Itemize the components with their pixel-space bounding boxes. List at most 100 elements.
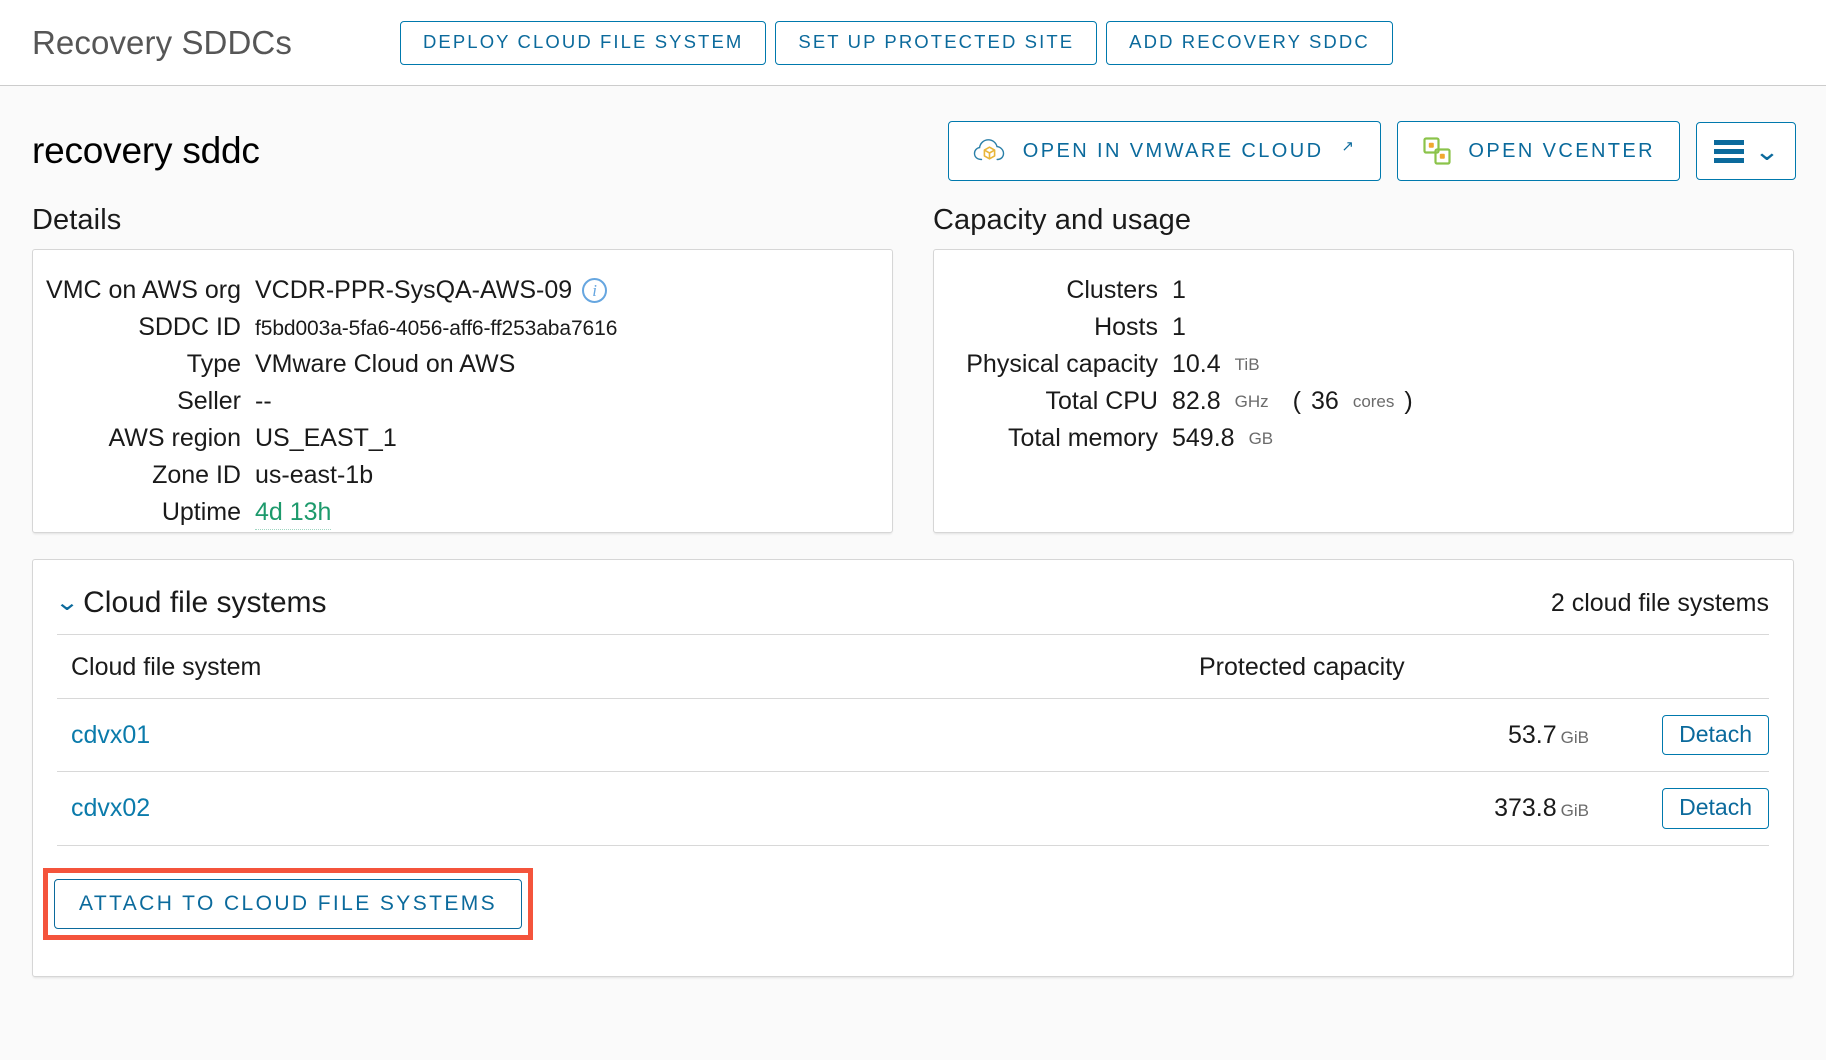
capacity-number: 1	[1172, 313, 1186, 341]
capacity-number: 82.8	[1172, 387, 1221, 415]
open-vcenter-button[interactable]: OPEN VCENTER	[1397, 121, 1680, 181]
chevron-down-icon: ⌄	[54, 589, 80, 616]
detail-label: Uptime	[161, 498, 241, 526]
sddc-name: recovery sddc	[32, 130, 260, 171]
capacity-card: Clusters 1 Hosts 1 Physical capacity 10.…	[933, 249, 1794, 533]
capacity-unit: TiB	[1234, 354, 1260, 374]
details-column: Details VMC on AWS org VCDR-PPR-SysQA-AW…	[32, 204, 893, 533]
protected-capacity-cell: 53.7 GiB	[1159, 698, 1589, 773]
vcenter-icon	[1422, 136, 1452, 166]
attach-action-row: ATTACH TO CLOUD FILE SYSTEMS	[43, 867, 1769, 940]
attach-button-highlight: ATTACH TO CLOUD FILE SYSTEMS	[43, 867, 534, 940]
open-in-vmware-cloud-button[interactable]: OPEN IN VMWARE CLOUD ↗	[947, 121, 1382, 181]
set-up-protected-site-button[interactable]: SET UP PROTECTED SITE	[775, 21, 1098, 65]
cloud-file-system-link[interactable]: cdvx02	[71, 794, 150, 822]
chevron-down-icon: ⌄	[1753, 136, 1781, 166]
cloud-file-systems-toggle[interactable]: ⌄ Cloud file systems	[54, 586, 327, 620]
cloud-file-system-link[interactable]: cdvx01	[71, 721, 150, 749]
capacity-number: 1	[1172, 276, 1186, 304]
capacity-section-title: Capacity and usage	[933, 204, 1192, 236]
capacity-number: 549.8	[1172, 424, 1235, 452]
detach-button[interactable]: Detach	[1662, 788, 1769, 829]
detail-row-aws-region: AWS region US_EAST_1	[33, 424, 892, 453]
capacity-value: 82.8 GHz ( 36 cores )	[1172, 387, 1413, 416]
protected-capacity-cell: 373.8 GiB	[1159, 771, 1589, 846]
info-icon[interactable]: i	[582, 278, 608, 303]
detail-value: us-east-1b	[255, 461, 374, 489]
page-title: Recovery SDDCs	[32, 23, 292, 61]
detach-button[interactable]: Detach	[1662, 715, 1769, 756]
detail-value: f5bd003a-5fa6-4056-aff6-ff253aba7616	[255, 317, 618, 340]
details-section-title: Details	[32, 204, 122, 236]
column-header-actions	[1589, 635, 1769, 699]
capacity-number: 10.4	[1172, 350, 1221, 378]
header-action-group: DEPLOY CLOUD FILE SYSTEM SET UP PROTECTE…	[399, 20, 1393, 65]
page-body: recovery sddc OPEN IN VMWARE CLOUD ↗ OPE…	[0, 86, 1826, 1060]
column-header-name: Cloud file system	[57, 635, 1159, 699]
capacity-row-hosts: Hosts 1	[934, 313, 1793, 342]
deploy-cloud-file-system-button[interactable]: DEPLOY CLOUD FILE SYSTEM	[399, 21, 767, 65]
detail-value: 4d 13h	[255, 498, 332, 530]
sddc-overflow-menu-button[interactable]: ⌄	[1696, 122, 1796, 180]
app-header: Recovery SDDCs DEPLOY CLOUD FILE SYSTEM …	[0, 0, 1826, 86]
cpu-cores-close-paren: )	[1404, 387, 1413, 415]
detail-label: SDDC ID	[138, 313, 241, 341]
uptime-value[interactable]: 4d 13h	[255, 498, 332, 530]
external-link-icon: ↗	[1341, 137, 1357, 155]
protected-capacity-unit: GiB	[1560, 801, 1589, 821]
capacity-label: Clusters	[1066, 276, 1158, 304]
cloud-file-systems-section: ⌄ Cloud file systems 2 cloud file system…	[0, 533, 1826, 977]
cloud-file-system-name-cell: cdvx02	[57, 771, 1159, 846]
detail-label: AWS region	[108, 424, 241, 452]
detail-row-type: Type VMware Cloud on AWS	[33, 350, 892, 379]
cloud-file-systems-count: 2 cloud file systems	[1550, 588, 1769, 617]
table-header-row: Cloud file system Protected capacity	[57, 635, 1769, 699]
cloud-file-systems-title: Cloud file systems	[83, 586, 327, 619]
capacity-row-total-cpu: Total CPU 82.8 GHz ( 36 cores )	[934, 387, 1793, 416]
detail-value: --	[255, 387, 272, 415]
capacity-unit: GB	[1248, 428, 1274, 448]
overview-columns: Details VMC on AWS org VCDR-PPR-SysQA-AW…	[0, 188, 1826, 533]
cloud-file-system-name-cell: cdvx01	[57, 698, 1159, 773]
detail-row-zone-id: Zone ID us-east-1b	[33, 461, 892, 490]
sddc-subheader: recovery sddc OPEN IN VMWARE CLOUD ↗ OPE…	[0, 86, 1826, 188]
capacity-unit: GHz	[1234, 391, 1269, 411]
capacity-row-physical-capacity: Physical capacity 10.4 TiB	[934, 350, 1793, 379]
sddc-action-group: OPEN IN VMWARE CLOUD ↗ OPEN VCENTER ⌄	[947, 121, 1796, 181]
add-recovery-sddc-button[interactable]: ADD RECOVERY SDDC	[1106, 21, 1393, 65]
vmware-cloud-icon	[973, 136, 1007, 166]
open-in-vmware-cloud-label: OPEN IN VMWARE CLOUD	[1022, 140, 1324, 162]
capacity-value: 1	[1172, 313, 1186, 342]
detail-row-seller: Seller --	[33, 387, 892, 416]
detail-row-vmc-org: VMC on AWS org VCDR-PPR-SysQA-AWS-09 i	[33, 276, 892, 305]
open-vcenter-label: OPEN VCENTER	[1468, 140, 1655, 162]
detail-value: VCDR-PPR-SysQA-AWS-09 i	[255, 276, 608, 305]
cloud-file-systems-card: ⌄ Cloud file systems 2 cloud file system…	[32, 559, 1794, 977]
details-card: VMC on AWS org VCDR-PPR-SysQA-AWS-09 i S…	[32, 249, 893, 533]
detail-label: VMC on AWS org	[46, 276, 241, 304]
capacity-value: 10.4 TiB	[1172, 350, 1260, 379]
capacity-label: Total CPU	[1045, 387, 1158, 415]
detail-label: Seller	[177, 387, 241, 415]
detail-value: US_EAST_1	[255, 424, 397, 452]
row-action-cell: Detach	[1589, 698, 1769, 773]
detail-label: Zone ID	[152, 461, 241, 489]
cpu-cores-unit: cores	[1352, 391, 1395, 411]
cpu-cores-open-paren: (	[1292, 387, 1301, 415]
capacity-value: 1	[1172, 276, 1186, 305]
hamburger-icon	[1714, 139, 1745, 163]
detail-row-uptime: Uptime 4d 13h	[33, 498, 892, 530]
table-row: cdvx01 53.7 GiB Detach	[57, 698, 1769, 773]
detail-row-sddc-id: SDDC ID f5bd003a-5fa6-4056-aff6-ff253aba…	[33, 313, 892, 342]
protected-capacity-unit: GiB	[1560, 727, 1589, 747]
capacity-label: Physical capacity	[966, 350, 1158, 378]
capacity-value: 549.8 GB	[1172, 424, 1273, 453]
cloud-file-systems-table: Cloud file system Protected capacity cdv…	[57, 635, 1769, 846]
attach-to-cloud-file-systems-button[interactable]: ATTACH TO CLOUD FILE SYSTEMS	[54, 878, 523, 929]
table-row: cdvx02 373.8 GiB Detach	[57, 771, 1769, 846]
cpu-cores-number: 36	[1311, 387, 1339, 415]
row-action-cell: Detach	[1589, 771, 1769, 846]
detail-value: VMware Cloud on AWS	[255, 350, 516, 378]
capacity-row-total-memory: Total memory 549.8 GB	[934, 424, 1793, 453]
capacity-column: Capacity and usage Clusters 1 Hosts 1 Ph…	[933, 204, 1794, 533]
